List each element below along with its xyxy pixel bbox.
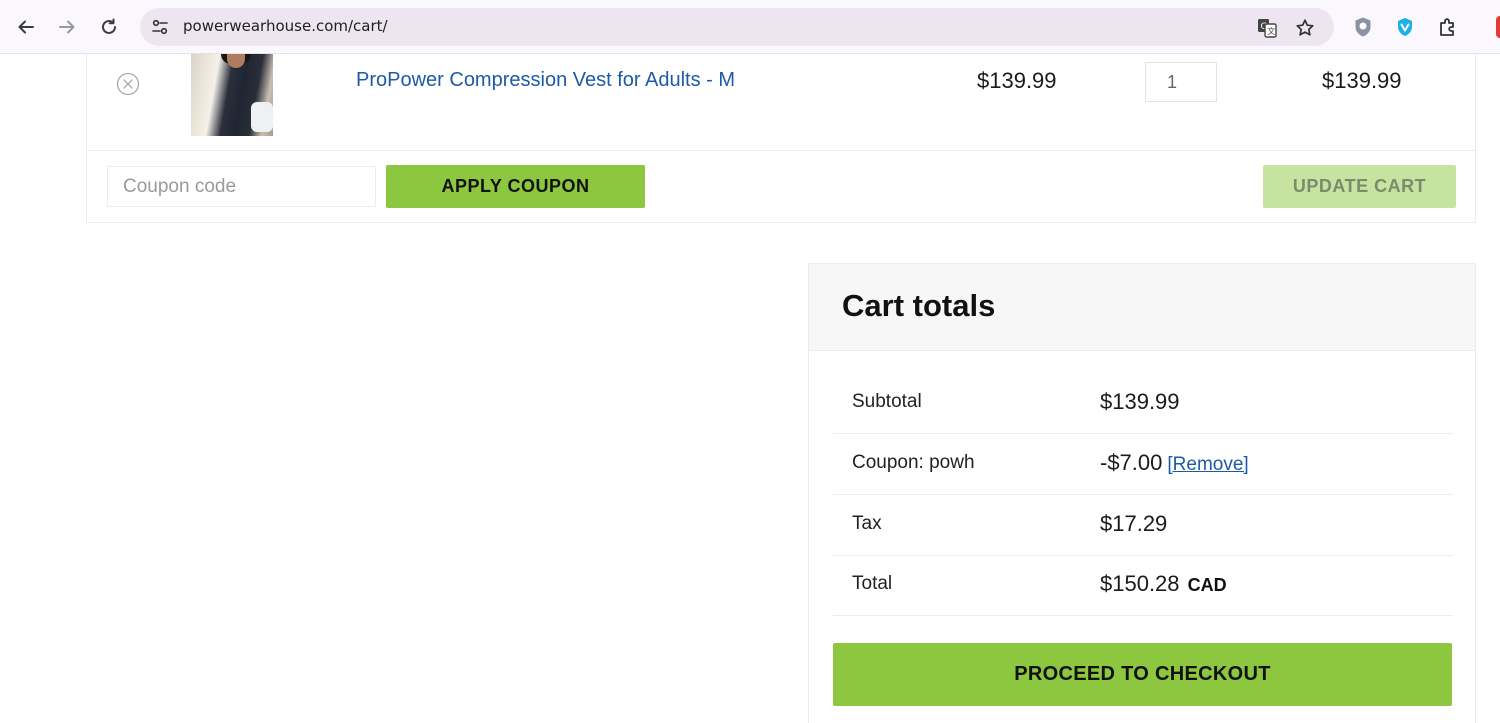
coupon-row: Coupon: powh -$7.00 [Remove] [833,435,1453,495]
vpn-extension-icon[interactable] [1394,16,1416,38]
cart-table: ProPower Compression Vest for Adults - M… [86,54,1476,223]
tax-row: Tax $17.29 [833,496,1453,556]
coupon-value-wrapper: -$7.00 [Remove] [1100,450,1249,476]
address-bar[interactable]: powerwearhouse.com/cart/ G文 [140,8,1334,46]
subtotal-label: Subtotal [852,391,922,412]
extensions-puzzle-icon[interactable] [1437,16,1459,38]
tax-value: $17.29 [1100,511,1168,536]
total-amount: $150.28 [1100,571,1180,596]
total-row: Total $150.28 CAD [833,556,1453,616]
coupon-code-input[interactable] [107,166,376,207]
total-value-wrapper: $150.28 CAD [1100,571,1227,597]
forward-icon[interactable] [53,13,81,41]
product-name-link[interactable]: ProPower Compression Vest for Adults - M [356,69,735,92]
total-currency: CAD [1187,575,1227,595]
shield-extension-icon[interactable] [1352,16,1374,38]
bookmark-star-icon[interactable] [1294,17,1316,39]
remove-coupon-link[interactable]: [Remove] [1167,454,1248,475]
site-info-icon[interactable] [150,17,170,37]
product-price: $139.99 [977,68,1057,93]
coupon-label: Coupon: powh [852,452,975,473]
row-divider [87,150,1475,151]
product-thumbnail[interactable] [191,54,273,136]
update-cart-button[interactable]: UPDATE CART [1263,165,1456,208]
product-subtotal: $139.99 [1322,68,1402,93]
subtotal-row: Subtotal $139.99 [833,374,1453,434]
cart-totals-header: Cart totals [809,264,1475,351]
profile-avatar[interactable] [1496,16,1500,38]
tax-label: Tax [852,513,882,534]
svg-text:文: 文 [1267,26,1275,36]
cart-totals-title: Cart totals [842,288,996,323]
cart-totals-panel: Cart totals Subtotal $139.99 Coupon: pow… [808,263,1476,723]
url-text[interactable]: powerwearhouse.com/cart/ [183,17,388,35]
quantity-input[interactable] [1145,62,1217,102]
back-icon[interactable] [12,13,40,41]
proceed-to-checkout-button[interactable]: PROCEED TO CHECKOUT [833,643,1452,706]
reload-icon[interactable] [95,13,123,41]
browser-toolbar: powerwearhouse.com/cart/ G文 [0,0,1500,54]
coupon-discount-value: -$7.00 [1100,450,1163,475]
subtotal-value: $139.99 [1100,389,1180,414]
remove-item-icon[interactable] [116,72,140,96]
apply-coupon-button[interactable]: APPLY COUPON [386,165,645,208]
translate-icon[interactable]: G文 [1256,17,1278,39]
total-label: Total [852,573,893,594]
